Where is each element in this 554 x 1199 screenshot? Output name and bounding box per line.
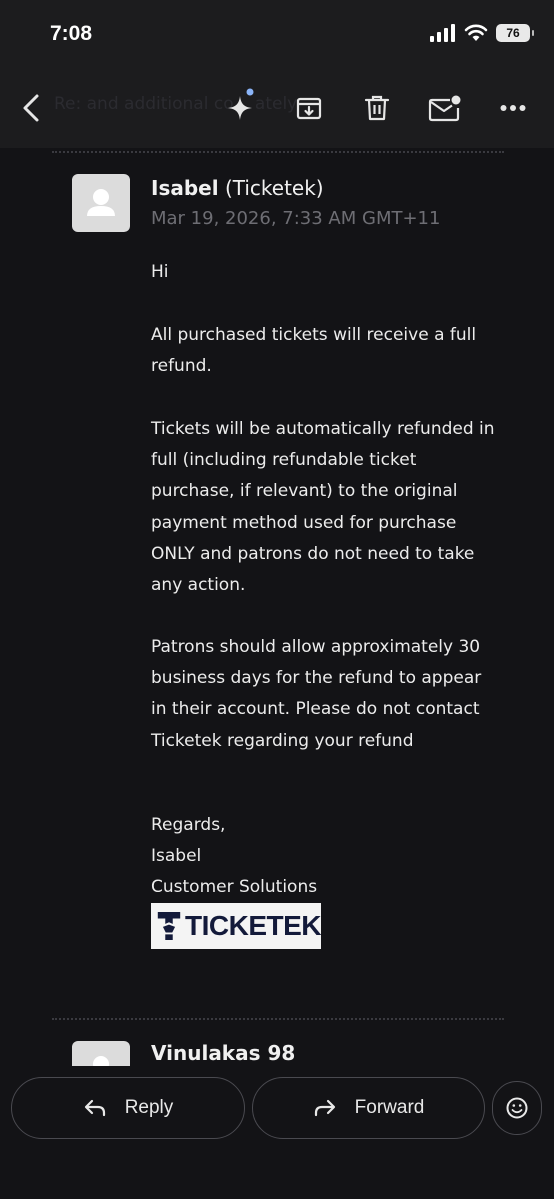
body-signoff: Regards, Isabel Customer Solutions [151,810,317,904]
body-paragraph-3: Patrons should allow approximately 30 bu… [151,632,481,757]
back-button[interactable] [10,86,54,130]
forward-icon [314,1099,335,1117]
thread-divider [52,151,504,153]
thread-divider [52,1018,504,1020]
mark-unread-icon [428,95,461,122]
status-bar: 7:08 76 [0,0,554,72]
body-line: full (including refundable ticket [151,450,417,471]
status-time: 7:08 [50,22,93,45]
sender-line[interactable]: Isabel (Ticketek) [151,176,324,200]
cellular-signal-icon [430,24,455,42]
delete-icon [364,95,390,121]
logo-text: TICKETEK [185,910,322,941]
body-line: purchase, if relevant) to the original [151,481,458,502]
more-options-button[interactable] [491,86,535,130]
delete-button[interactable] [355,86,399,130]
body-line: refund. [151,356,212,377]
body-line: any action. [151,575,246,596]
signoff-team: Customer Solutions [151,877,318,898]
body-line: in their account. Please do not contact [151,699,480,720]
body-line: payment method used for purchase [151,512,457,533]
reply-label: Reply [124,1097,174,1118]
ticketek-logo: TICKETEK [151,903,322,949]
body-line: All purchased tickets will receive a ful… [151,325,477,345]
bottom-action-bar: Reply Forward [0,1066,554,1199]
ticketek-mark-icon [157,912,181,940]
email-toolbar: Re: and additional co... ately [0,72,554,148]
reply-button[interactable]: Reply [11,1077,245,1139]
signoff-name: Isabel [151,846,202,867]
wifi-icon [464,24,488,41]
gemini-button[interactable] [218,86,262,130]
body-line: Patrons should allow approximately 30 [151,637,481,657]
sender-name: Isabel [151,176,219,200]
more-icon [500,105,526,111]
body-line: Ticketek regarding your refund [151,730,414,751]
battery-level: 76 [506,26,520,40]
body-greeting: Hi [151,262,169,282]
next-sender-name[interactable]: Vinulakas 98 [151,1041,295,1065]
back-icon [23,94,39,122]
archive-button[interactable] [287,86,331,130]
person-icon [87,189,115,216]
message-date: Mar 19, 2026, 7:33 AM GMT+11 [151,208,441,229]
body-line: Tickets will be automatically refunded i… [151,419,495,439]
signoff-regards: Regards, [151,815,226,835]
subject-ghost: Re: and additional co... ately [54,94,298,114]
battery-icon: 76 [496,24,534,42]
archive-icon [296,97,322,120]
body-paragraph-2: Tickets will be automatically refunded i… [151,414,495,601]
mark-unread-button[interactable] [423,86,467,130]
emoji-reaction-button[interactable] [492,1081,542,1135]
forward-label: Forward [354,1097,425,1118]
sender-org: (Ticketek) [224,176,324,200]
forward-button[interactable]: Forward [252,1077,485,1139]
smiley-icon [506,1097,528,1119]
reply-icon [84,1099,105,1117]
body-line: ONLY and patrons do not need to take [151,543,475,564]
status-icons: 76 [430,24,534,42]
body-line: business days for the refund to appear [151,668,482,689]
gemini-sparkle-icon [228,88,254,120]
avatar[interactable] [72,174,130,232]
body-paragraph-1: All purchased tickets will receive a ful… [151,320,476,382]
